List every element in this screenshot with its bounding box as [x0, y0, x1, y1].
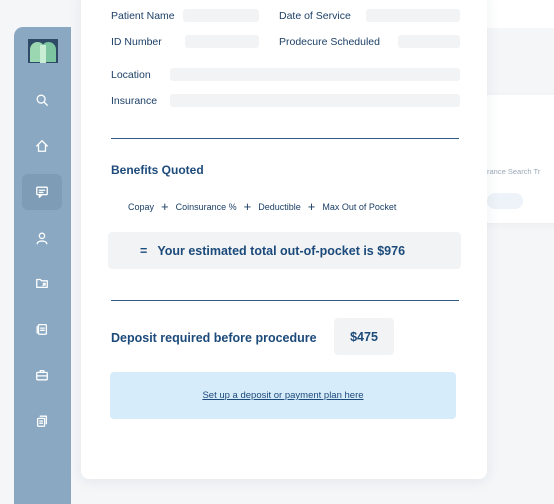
location-label: Location [111, 69, 151, 81]
background-panel-text: rance Search Tr [487, 167, 541, 176]
sidebar-item-search[interactable] [22, 82, 62, 118]
procedure-scheduled-label: Prodecure Scheduled [279, 36, 380, 48]
id-number-label: ID Number [111, 36, 162, 48]
home-icon [36, 140, 48, 152]
sidebar-item-user[interactable] [22, 220, 62, 256]
user-icon [36, 232, 48, 245]
background-panel-pill [487, 193, 523, 209]
setup-payment-plan-link[interactable]: Set up a deposit or payment plan here [202, 390, 363, 401]
equals-icon: = [140, 243, 148, 258]
estimated-total-box: = Your estimated total out-of-pocket is … [108, 232, 461, 269]
sidebar [14, 27, 71, 504]
insurance-field[interactable] [170, 94, 460, 107]
coinsurance-term: Coinsurance % [175, 201, 237, 212]
copay-term: Copay [128, 201, 155, 212]
divider [111, 300, 459, 301]
briefcase-icon [36, 369, 48, 381]
sidebar-item-documents[interactable] [22, 311, 62, 347]
documents-icon [36, 323, 48, 335]
folder-icon [36, 278, 48, 289]
divider [111, 138, 459, 139]
location-field[interactable] [170, 68, 460, 81]
date-of-service-field[interactable] [366, 9, 460, 22]
id-number-field[interactable] [185, 35, 259, 48]
date-of-service-label: Date of Service [279, 10, 351, 22]
plus-icon: + [161, 199, 169, 214]
deposit-amount: $475 [334, 318, 394, 355]
insurance-label: Insurance [111, 95, 158, 107]
payment-plan-box: Set up a deposit or payment plan here [110, 372, 456, 419]
patient-name-field[interactable] [183, 9, 259, 22]
sidebar-item-copy[interactable] [22, 403, 62, 439]
plus-icon: + [307, 199, 316, 214]
patient-name-label: Patient Name [111, 10, 175, 22]
app-logo [28, 39, 58, 63]
deductible-term: Deductible [258, 201, 301, 212]
deposit-required-label: Deposit required before procedure [111, 331, 317, 345]
copy-icon [36, 415, 48, 427]
estimate-card: Patient Name Date of Service ID Number P… [81, 0, 487, 479]
max-out-of-pocket-term: Max Out of Pocket [322, 201, 397, 212]
search-icon [36, 94, 48, 106]
estimated-total-text: Your estimated total out-of-pocket is $9… [157, 243, 406, 258]
plus-icon: + [243, 199, 252, 214]
benefits-formula: Copay + Coinsurance % + Deductible + Max… [128, 199, 396, 214]
chat-icon [36, 186, 48, 198]
benefits-quoted-title: Benefits Quoted [111, 163, 204, 177]
sidebar-item-briefcase[interactable] [22, 357, 62, 393]
sidebar-item-home[interactable] [22, 128, 62, 164]
sidebar-item-chat[interactable] [22, 174, 62, 210]
procedure-scheduled-field[interactable] [398, 35, 460, 48]
sidebar-item-folder[interactable] [22, 265, 62, 301]
